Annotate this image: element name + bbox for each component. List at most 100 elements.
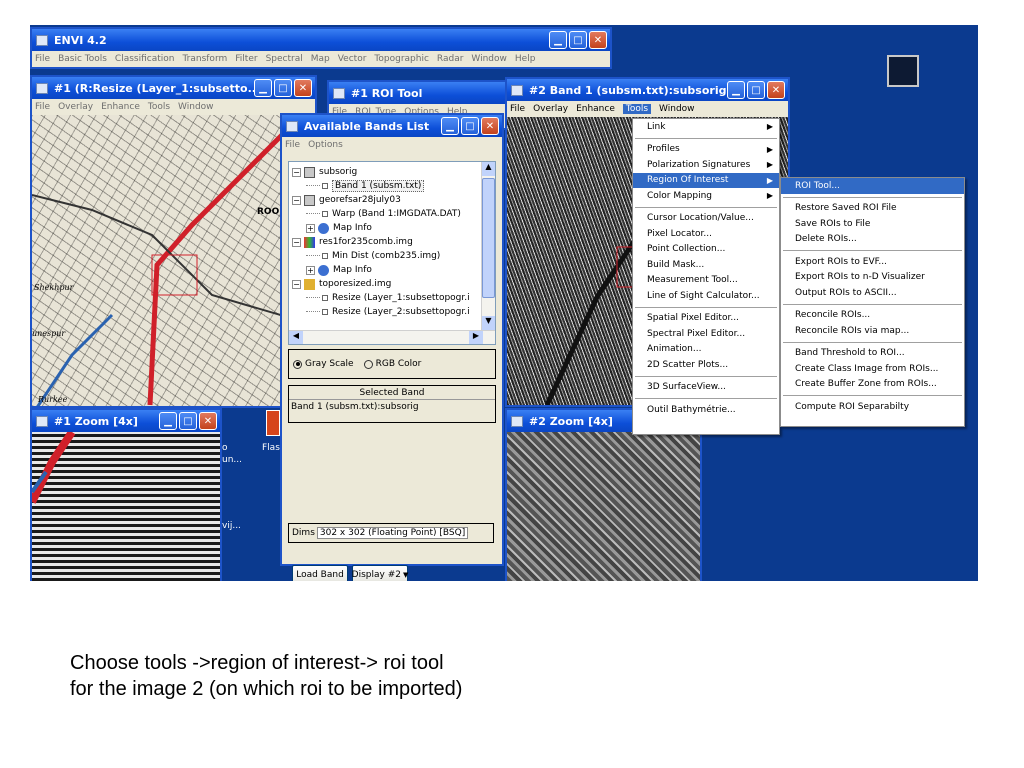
tools-menu-item-measurement-tool[interactable]: Measurement Tool... xyxy=(633,273,779,289)
collapse-icon[interactable]: − xyxy=(292,279,301,289)
band-tree-item[interactable]: − toporesized.img xyxy=(292,277,481,291)
band-tree-item[interactable]: Resize (Layer_1:subsettopogr.i xyxy=(292,291,481,305)
tools-menu-item-color-mapping[interactable]: Color Mapping ▶ xyxy=(633,188,779,204)
main-menu-filter[interactable]: Filter xyxy=(235,54,257,64)
display1-menu-overlay[interactable]: Overlay xyxy=(58,102,93,112)
roi-submenu-item-delete-rois[interactable]: Delete ROIs... xyxy=(781,232,964,248)
load-band-button[interactable]: Load Band xyxy=(292,565,348,581)
roi-submenu-item-reconcile-rois-via-map[interactable]: Reconcile ROIs via map... xyxy=(781,323,964,339)
tools-menu-item-3d-surfaceview[interactable]: 3D SurfaceView... xyxy=(633,380,779,396)
desktop-square-icon[interactable] xyxy=(887,55,919,87)
tools-menu-item-outil-bathym-trie[interactable]: Outil Bathymétrie... xyxy=(633,402,779,418)
roi-submenu-item-export-rois-to-n-d-visualizer[interactable]: Export ROIs to n-D Visualizer xyxy=(781,270,964,286)
maximize-icon[interactable]: □ xyxy=(274,79,292,97)
bands-menu-options[interactable]: Options xyxy=(308,140,343,150)
maximize-icon[interactable]: □ xyxy=(747,81,765,99)
maximize-icon[interactable]: □ xyxy=(461,117,479,135)
roi-submenu-item-compute-roi-separabilty[interactable]: Compute ROI Separabilty xyxy=(781,399,964,415)
close-icon[interactable]: ✕ xyxy=(481,117,499,135)
band-tree-item[interactable]: Band 1 (subsm.txt) xyxy=(292,179,481,193)
display2-titlebar[interactable]: #2 Band 1 (subsm.txt):subsorig ▁ □ ✕ xyxy=(507,79,788,101)
maximize-icon[interactable]: □ xyxy=(179,412,197,430)
tools-menu-item-region-of-interest[interactable]: Region Of Interest ▶ xyxy=(633,172,779,188)
collapse-icon[interactable]: − xyxy=(292,237,301,247)
main-menu-vector[interactable]: Vector xyxy=(338,54,367,64)
close-icon[interactable]: ✕ xyxy=(199,412,217,430)
display2-menu-tools[interactable]: Tools xyxy=(622,104,652,114)
band-tree-item[interactable]: Warp (Band 1:IMGDATA.DAT) xyxy=(292,207,481,221)
flash-icon[interactable] xyxy=(266,410,280,436)
band-tree-item[interactable]: Min Dist (comb235.img) xyxy=(292,249,481,263)
zoom1-titlebar[interactable]: #1 Zoom [4x] ▁ □ ✕ xyxy=(32,410,220,432)
zoom2-image[interactable] xyxy=(507,432,700,581)
horizontal-scrollbar[interactable]: ◀ ▶ xyxy=(289,330,495,344)
display1-menu-window[interactable]: Window xyxy=(178,102,214,112)
main-menu-map[interactable]: Map xyxy=(311,54,330,64)
tools-menu-item-polarization-signatures[interactable]: Polarization Signatures ▶ xyxy=(633,157,779,173)
close-icon[interactable]: ✕ xyxy=(589,31,607,49)
scroll-thumb[interactable] xyxy=(482,178,495,298)
tools-menu-item-point-collection[interactable]: Point Collection... xyxy=(633,242,779,258)
band-tree-item[interactable]: Resize (Layer_2:subsettopogr.i xyxy=(292,305,481,319)
roi-submenu-item-create-class-image-from-rois[interactable]: Create Class Image from ROIs... xyxy=(781,361,964,377)
desktop-icon-label[interactable]: un... xyxy=(222,455,242,465)
roi-submenu-item-reconcile-rois[interactable]: Reconcile ROIs... xyxy=(781,308,964,324)
main-menu-window[interactable]: Window xyxy=(471,54,507,64)
roi-submenu-item-band-threshold-to-roi[interactable]: Band Threshold to ROI... xyxy=(781,346,964,362)
band-tree-item[interactable]: + Map Info xyxy=(292,263,481,277)
tools-menu-item-cursor-location-value[interactable]: Cursor Location/Value... xyxy=(633,211,779,227)
bands-list-titlebar[interactable]: Available Bands List ▁ □ ✕ xyxy=(282,115,502,137)
gray-scale-radio[interactable]: Gray Scale xyxy=(293,359,354,369)
main-menu-help[interactable]: Help xyxy=(515,54,536,64)
tools-menu-item-pixel-locator[interactable]: Pixel Locator... xyxy=(633,226,779,242)
band-tree-item[interactable]: − subsorig xyxy=(292,165,481,179)
scroll-up-icon[interactable]: ▲ xyxy=(482,162,495,176)
display1-map-image[interactable]: ROORK Shekhpur Rurkee unespur xyxy=(32,115,315,406)
scroll-left-icon[interactable]: ◀ xyxy=(289,331,303,344)
display1-menu-file[interactable]: File xyxy=(35,102,50,112)
scroll-down-icon[interactable]: ▼ xyxy=(482,316,495,330)
display1-titlebar[interactable]: #1 (R:Resize (Layer_1:subsetto... ▁ □ ✕ xyxy=(32,77,315,99)
collapse-icon[interactable]: − xyxy=(292,195,301,205)
minimize-icon[interactable]: ▁ xyxy=(549,31,567,49)
display2-menu-window[interactable]: Window xyxy=(659,104,695,114)
zoom1-image[interactable] xyxy=(32,432,220,581)
display-select-button[interactable]: Display #2 ▼ xyxy=(352,565,408,581)
display1-menu-tools[interactable]: Tools xyxy=(148,102,170,112)
band-tree-item[interactable]: + Map Info xyxy=(292,221,481,235)
display2-menu-overlay[interactable]: Overlay xyxy=(533,104,568,114)
minimize-icon[interactable]: ▁ xyxy=(254,79,272,97)
main-menu-file[interactable]: File xyxy=(35,54,50,64)
main-menu-transform[interactable]: Transform xyxy=(182,54,227,64)
display2-menu-file[interactable]: File xyxy=(510,104,525,114)
band-tree-item[interactable]: − georefsar28july03 xyxy=(292,193,481,207)
display2-menu-enhance[interactable]: Enhance xyxy=(576,104,615,114)
roi-submenu-item-save-rois-to-file[interactable]: Save ROIs to File xyxy=(781,216,964,232)
tools-menu-item-spatial-pixel-editor[interactable]: Spatial Pixel Editor... xyxy=(633,311,779,327)
close-icon[interactable]: ✕ xyxy=(767,81,785,99)
tools-menu-item-spectral-pixel-editor[interactable]: Spectral Pixel Editor... xyxy=(633,326,779,342)
close-icon[interactable]: ✕ xyxy=(294,79,312,97)
tools-menu-item-profiles[interactable]: Profiles ▶ xyxy=(633,142,779,158)
vertical-scrollbar[interactable]: ▲ ▼ xyxy=(481,162,495,330)
band-tree-item[interactable]: − res1for235comb.img xyxy=(292,235,481,249)
minimize-icon[interactable]: ▁ xyxy=(441,117,459,135)
main-menu-topographic[interactable]: Topographic xyxy=(374,54,429,64)
roi-submenu-item-output-rois-to-ascii[interactable]: Output ROIs to ASCII... xyxy=(781,285,964,301)
main-menu-basic-tools[interactable]: Basic Tools xyxy=(58,54,107,64)
expand-icon[interactable]: + xyxy=(306,223,315,233)
main-menu-classification[interactable]: Classification xyxy=(115,54,175,64)
roi-submenu-item-create-buffer-zone-from-rois[interactable]: Create Buffer Zone from ROIs... xyxy=(781,377,964,393)
scroll-right-icon[interactable]: ▶ xyxy=(469,331,483,344)
roi-submenu-item-restore-saved-roi-file[interactable]: Restore Saved ROI File xyxy=(781,201,964,217)
desktop-icon-label[interactable]: o xyxy=(222,443,228,453)
envi-main-titlebar[interactable]: ENVI 4.2 ▁ □ ✕ xyxy=(32,29,610,51)
minimize-icon[interactable]: ▁ xyxy=(159,412,177,430)
rgb-color-radio[interactable]: RGB Color xyxy=(363,359,421,369)
tools-menu-item-2d-scatter-plots[interactable]: 2D Scatter Plots... xyxy=(633,357,779,373)
tools-menu-item-animation[interactable]: Animation... xyxy=(633,342,779,358)
expand-icon[interactable]: + xyxy=(306,265,315,275)
bands-menu-file[interactable]: File xyxy=(285,140,300,150)
collapse-icon[interactable]: − xyxy=(292,167,301,177)
main-menu-spectral[interactable]: Spectral xyxy=(266,54,303,64)
